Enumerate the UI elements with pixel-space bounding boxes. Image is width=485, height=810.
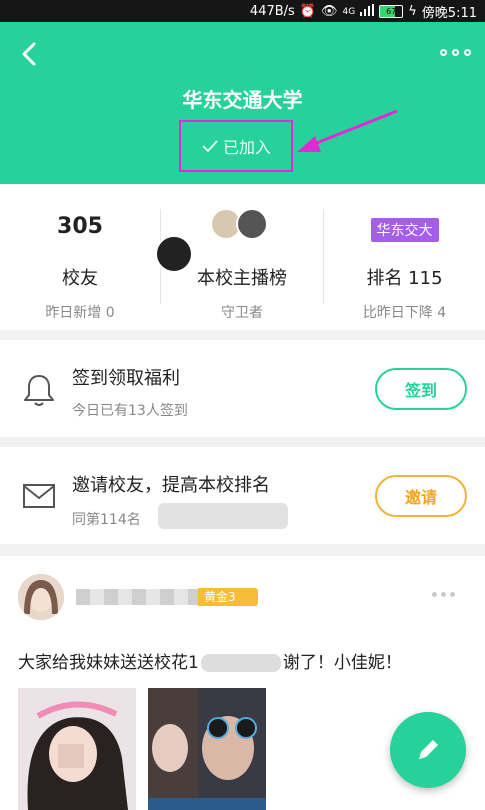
status-bar: 447B/s ⏰ 👁 4G 67 ϟ 傍晚5:11 [0, 0, 485, 22]
level-badge: 黄金3 [198, 588, 258, 606]
alumni-new: 昨日新增 0 [45, 305, 115, 321]
signal-icon [360, 3, 375, 20]
signin-subtitle: 今日已有13人签到 [72, 403, 188, 419]
post-text: 大家给我妹妹送送校花1 谢了！小佳妮！ [18, 648, 402, 673]
rank-label: 排名 115 [366, 268, 443, 289]
joined-label: 已加入 [222, 138, 271, 157]
page-title: 华东交通大学 [182, 88, 303, 112]
bell-icon [22, 372, 56, 412]
school-header: 华东交通大学 已加入 [0, 22, 485, 184]
signin-card: 签到领取福利 今日已有13人签到 签到 [0, 340, 485, 437]
alumni-count: 305 [57, 214, 103, 239]
back-arrow-icon[interactable] [18, 40, 42, 68]
battery-icon: 67 [379, 5, 404, 18]
avatar [236, 208, 268, 240]
streamer-avatars [155, 208, 323, 273]
network-type: 4G [342, 6, 356, 17]
charging-icon: ϟ [408, 4, 417, 19]
signin-button[interactable]: 签到 [375, 368, 467, 410]
invite-card: 邀请校友，提高本校排名 同第114名 邀请 [0, 447, 485, 544]
post-photo[interactable] [148, 688, 266, 810]
more-dots-icon[interactable] [432, 592, 455, 597]
annotation-arrow [297, 109, 398, 152]
guardian-label: 守卫者 [221, 305, 263, 321]
stats-panel: 305 校友 昨日新增 0 本校主播榜 守卫者 华东交大 排名 115 比昨日下… [0, 184, 485, 330]
alumni-stat[interactable]: 305 校友 昨日新增 0 [0, 184, 160, 330]
school-tag: 华东交大 [370, 218, 439, 242]
blurred-username[interactable] [76, 589, 198, 605]
post-text-start: 大家给我妹妹送送校花1 [18, 653, 199, 673]
clock: 傍晚5:11 [421, 6, 477, 21]
invite-subtitle: 同第114名 [72, 512, 141, 528]
streamer-ranking-label: 本校主播榜 [197, 268, 287, 289]
joined-status[interactable]: 已加入 [179, 120, 293, 172]
school-rank[interactable]: 华东交大 排名 115 比昨日下降 4 [324, 184, 485, 330]
mail-icon [22, 483, 56, 513]
blurred-text [200, 654, 281, 672]
check-icon [202, 140, 218, 153]
network-speed: 447B/s [249, 4, 295, 19]
invite-button[interactable]: 邀请 [375, 475, 467, 517]
pencil-icon [419, 740, 438, 759]
rank-change: 比昨日下降 4 [362, 305, 447, 321]
eye-icon: 👁 [321, 4, 338, 19]
post-text-end: 谢了！小佳妮！ [282, 653, 402, 673]
blurred-text [158, 503, 288, 529]
avatar[interactable] [18, 574, 64, 620]
streamer-ranking[interactable]: 本校主播榜 守卫者 [155, 184, 323, 330]
post-photo[interactable] [18, 688, 136, 810]
battery-level: 67 [386, 7, 397, 16]
alarm-icon: ⏰ [299, 4, 316, 19]
more-dots-icon[interactable] [437, 44, 473, 60]
alumni-label: 校友 [62, 268, 98, 289]
signin-title: 签到领取福利 [72, 368, 180, 389]
compose-button[interactable] [390, 712, 466, 788]
invite-title: 邀请校友，提高本校排名 [72, 475, 270, 496]
